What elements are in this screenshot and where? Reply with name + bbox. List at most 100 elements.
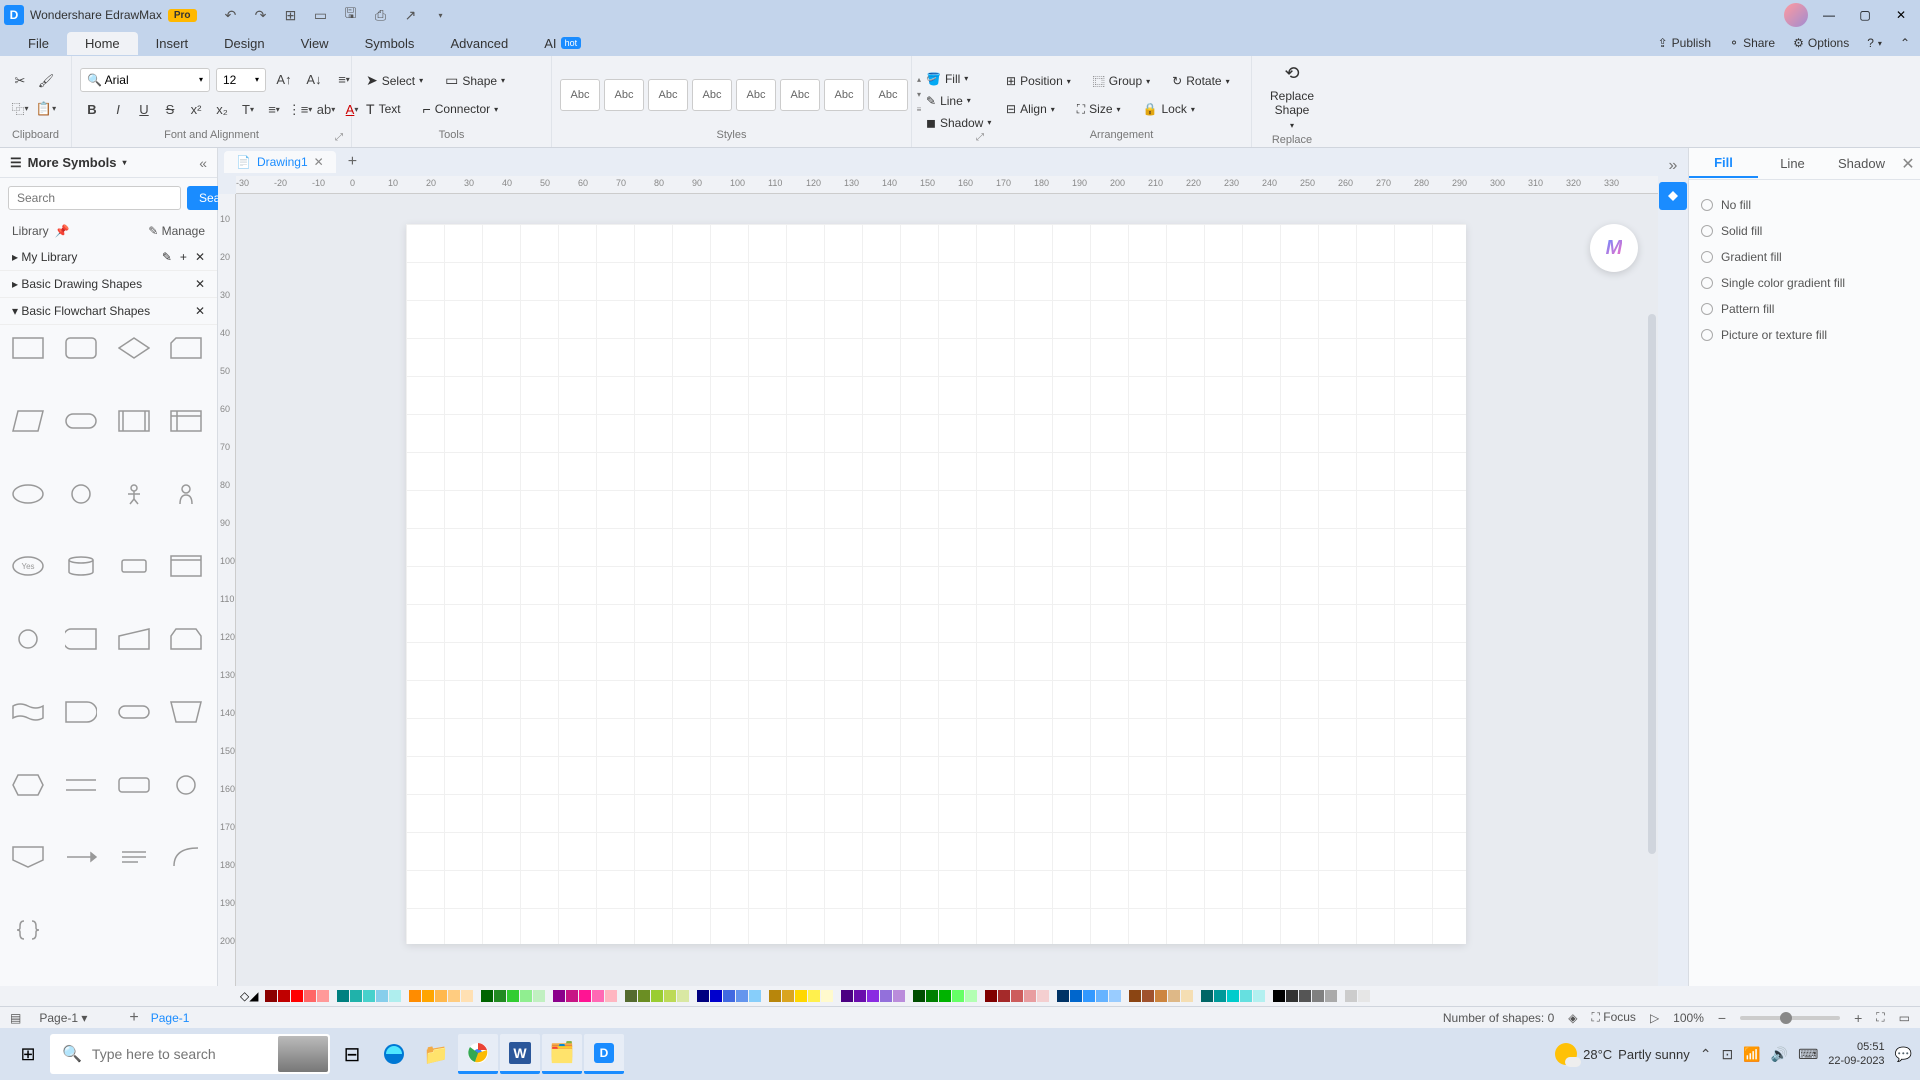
color-swatch[interactable]: [867, 990, 879, 1002]
color-swatch[interactable]: [1181, 990, 1193, 1002]
options-button[interactable]: ⚙Options: [1793, 36, 1849, 50]
color-swatch[interactable]: [1037, 990, 1049, 1002]
cut-button[interactable]: ✂: [8, 69, 32, 93]
color-swatch[interactable]: [376, 990, 388, 1002]
color-swatch[interactable]: [1312, 990, 1324, 1002]
shape-circle[interactable]: [61, 479, 101, 509]
color-swatch[interactable]: [1273, 990, 1285, 1002]
color-swatch[interactable]: [494, 990, 506, 1002]
copy-button[interactable]: ⿻▾: [8, 97, 32, 121]
taskbar-search[interactable]: 🔍: [50, 1034, 330, 1074]
fill-option-single-gradient[interactable]: Single color gradient fill: [1701, 270, 1908, 296]
color-swatch[interactable]: [939, 990, 951, 1002]
menu-ai[interactable]: AI hot: [526, 32, 599, 55]
align-dropdown[interactable]: ⊟Align▾: [1000, 99, 1061, 119]
shape-decision[interactable]: [114, 333, 154, 363]
color-swatch[interactable]: [592, 990, 604, 1002]
vertical-scrollbar[interactable]: [1648, 314, 1656, 854]
canvas-page[interactable]: [406, 224, 1466, 944]
bullets-button[interactable]: ⋮≡▾: [288, 98, 312, 122]
color-swatch[interactable]: [1109, 990, 1121, 1002]
style-preset-6[interactable]: Abc: [780, 79, 820, 111]
file-explorer-icon[interactable]: 📁: [416, 1034, 456, 1074]
page-selector[interactable]: Page-1 ▾: [33, 1009, 117, 1027]
taskbar-clock[interactable]: 05:51 22-09-2023: [1828, 1040, 1884, 1069]
shape-parallel[interactable]: [61, 770, 101, 800]
shape-connector[interactable]: [8, 624, 48, 654]
format-painter-button[interactable]: 🖌: [34, 69, 58, 93]
print-icon[interactable]: ⎙: [373, 7, 389, 23]
group-dropdown[interactable]: ⿴Group▾: [1087, 70, 1156, 93]
task-view-button[interactable]: ⊟: [332, 1034, 372, 1074]
shadow-tab[interactable]: Shadow: [1827, 150, 1896, 177]
help-button[interactable]: ?▾: [1867, 36, 1882, 50]
color-swatch[interactable]: [795, 990, 807, 1002]
color-swatch[interactable]: [854, 990, 866, 1002]
style-preset-1[interactable]: Abc: [560, 79, 600, 111]
shape-loop-limit[interactable]: [166, 624, 206, 654]
color-swatch[interactable]: [1070, 990, 1082, 1002]
decrease-font-button[interactable]: A↓: [302, 68, 326, 92]
color-swatch[interactable]: [304, 990, 316, 1002]
play-icon[interactable]: ▷: [1650, 1011, 1659, 1025]
shape-preparation[interactable]: [8, 770, 48, 800]
menu-design[interactable]: Design: [206, 32, 282, 55]
fit-page-button[interactable]: ⛶: [1876, 1010, 1884, 1025]
color-swatch[interactable]: [677, 990, 689, 1002]
bold-button[interactable]: B: [80, 98, 104, 122]
shape-person1[interactable]: [114, 479, 154, 509]
zoom-in-button[interactable]: +: [1854, 1010, 1862, 1026]
style-preset-4[interactable]: Abc: [692, 79, 732, 111]
library-section[interactable]: Library 📌 ✎ Manage: [0, 218, 217, 244]
line-spacing-button[interactable]: ≡▾: [262, 98, 286, 122]
new-icon[interactable]: ⊞: [283, 7, 299, 23]
replace-shape-button[interactable]: ⟲ Replace Shape ▾: [1264, 60, 1320, 134]
share-button[interactable]: ⚬Share: [1729, 36, 1775, 50]
edge-icon[interactable]: [374, 1034, 414, 1074]
open-icon[interactable]: ▭: [313, 7, 329, 23]
publish-button[interactable]: ⇪Publish: [1658, 36, 1711, 50]
shape-person2[interactable]: [166, 479, 206, 509]
canvas-viewport[interactable]: M: [236, 194, 1658, 986]
manage-button[interactable]: ✎ Manage: [148, 224, 205, 238]
menu-insert[interactable]: Insert: [138, 32, 207, 55]
shape-terminator[interactable]: [61, 406, 101, 436]
color-swatch[interactable]: [317, 990, 329, 1002]
shape-arc[interactable]: [166, 842, 206, 872]
color-swatch[interactable]: [965, 990, 977, 1002]
menu-file[interactable]: File: [10, 32, 67, 55]
color-swatch[interactable]: [736, 990, 748, 1002]
color-swatch[interactable]: [389, 990, 401, 1002]
doc-tab-close[interactable]: ✕: [314, 155, 324, 169]
color-swatch[interactable]: [350, 990, 362, 1002]
shape-brace[interactable]: [8, 915, 48, 945]
fill-option-texture[interactable]: Picture or texture fill: [1701, 322, 1908, 348]
color-swatch[interactable]: [265, 990, 277, 1002]
fill-option-nofill[interactable]: No fill: [1701, 192, 1908, 218]
style-preset-3[interactable]: Abc: [648, 79, 688, 111]
color-swatch[interactable]: [1299, 990, 1311, 1002]
text-tool[interactable]: TText: [360, 98, 407, 120]
save-icon[interactable]: 🖫: [343, 7, 359, 23]
shape-data[interactable]: [8, 406, 48, 436]
color-swatch[interactable]: [1024, 990, 1036, 1002]
shape-wave[interactable]: [8, 697, 48, 727]
shape-manual-op[interactable]: [166, 697, 206, 727]
menu-view[interactable]: View: [283, 32, 347, 55]
subscript-button[interactable]: x₂: [210, 98, 234, 122]
tray-language-icon[interactable]: ⌨: [1798, 1046, 1818, 1063]
color-swatch[interactable]: [337, 990, 349, 1002]
color-swatch[interactable]: [363, 990, 375, 1002]
color-swatch[interactable]: [1155, 990, 1167, 1002]
color-swatch[interactable]: [1253, 990, 1265, 1002]
shape-document[interactable]: [166, 551, 206, 581]
fit-width-button[interactable]: ▭: [1899, 1011, 1910, 1025]
shape-database[interactable]: [61, 551, 101, 581]
increase-font-button[interactable]: A↑: [272, 68, 296, 92]
underline-button[interactable]: U: [132, 98, 156, 122]
color-swatch[interactable]: [880, 990, 892, 1002]
shape-ellipse[interactable]: [8, 479, 48, 509]
color-swatch[interactable]: [769, 990, 781, 1002]
user-avatar[interactable]: [1784, 3, 1808, 27]
size-dropdown[interactable]: ⛶Size▾: [1071, 99, 1127, 120]
